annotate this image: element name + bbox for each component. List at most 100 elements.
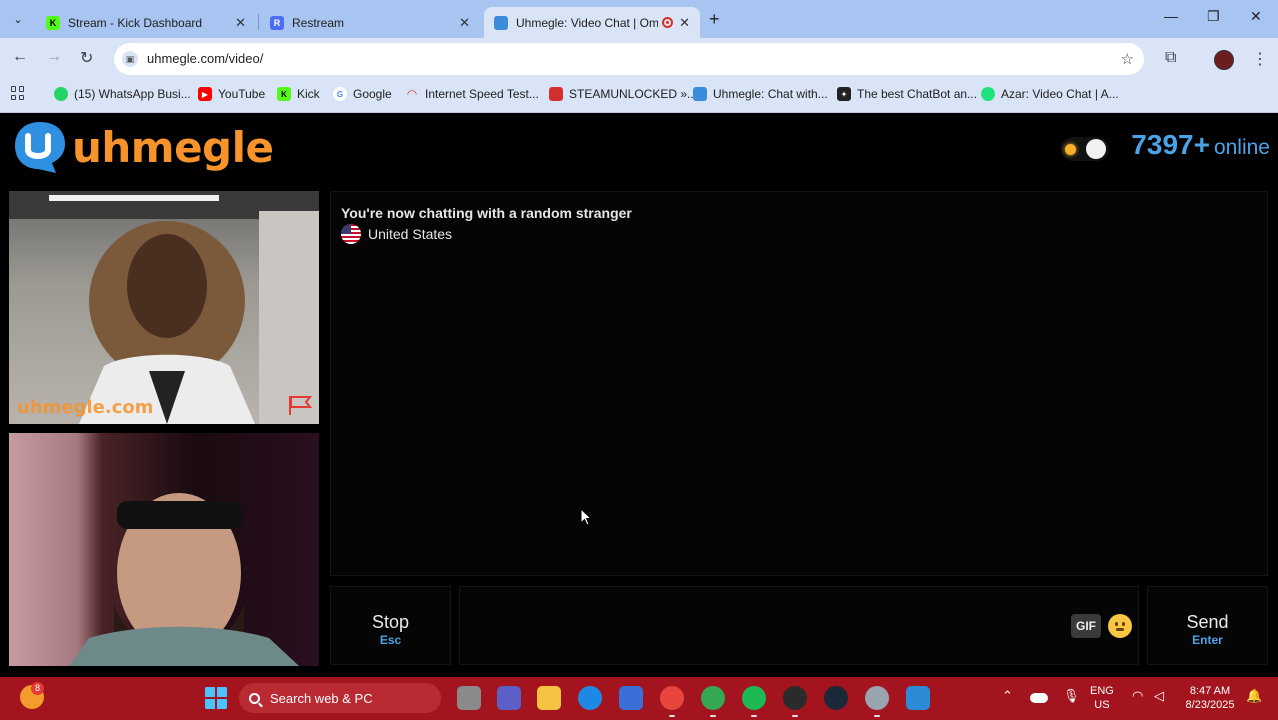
microsoft-store-icon[interactable] [619, 686, 643, 710]
close-window-icon[interactable]: ✕ [1250, 8, 1262, 25]
running-indicator [751, 715, 757, 717]
edge-icon[interactable] [578, 686, 602, 710]
bookmark-chatbot[interactable]: ✦ The best ChatBot an... [837, 87, 977, 101]
steam-icon[interactable] [824, 686, 848, 710]
camera-permission-icon[interactable]: ▣ [122, 51, 138, 67]
volume-icon[interactable]: ◁ [1154, 689, 1164, 703]
language-indicator[interactable]: ENG US [1090, 684, 1114, 712]
send-button[interactable]: Send Enter [1147, 586, 1268, 665]
task-view-icon[interactable] [457, 686, 481, 710]
stop-button[interactable]: Stop Esc [330, 586, 451, 665]
stranger-video-frame [9, 191, 319, 424]
wifi-icon[interactable]: ◠ [1132, 689, 1143, 703]
microphone-icon[interactable]: 🎙 [1063, 689, 1080, 703]
uhmegle-logo-icon [15, 122, 65, 173]
remote-desktop-icon[interactable] [906, 686, 930, 710]
bookmark-steamunlocked[interactable]: STEAMUNLOCKED »... [549, 87, 697, 101]
stop-shortcut: Esc [379, 633, 402, 647]
chrome-menu-icon[interactable]: ⋮ [1252, 49, 1268, 69]
kick-icon: K [277, 87, 291, 101]
uhmegle-page: uhmegle 7397+ online uhmegle.com You're … [0, 113, 1278, 677]
online-count: 7397+ [1131, 129, 1210, 160]
send-shortcut: Enter [1192, 633, 1223, 647]
bookmark-azar[interactable]: Azar: Video Chat | A... [981, 87, 1119, 101]
emoji-icon[interactable] [1108, 614, 1132, 638]
bookmark-youtube[interactable]: ▶ YouTube [198, 87, 265, 101]
theme-toggle[interactable] [1061, 137, 1109, 161]
taskbar-search[interactable]: Search web & PC [239, 683, 441, 713]
close-tab-icon[interactable]: ✕ [235, 15, 246, 31]
clock-date: 8/23/2025 [1185, 699, 1235, 711]
close-tab-icon[interactable]: ✕ [459, 15, 470, 31]
uhmegle-icon [693, 87, 707, 101]
tab-divider [258, 14, 259, 30]
stranger-video: uhmegle.com [9, 191, 319, 424]
bookmark-kick[interactable]: K Kick [277, 87, 320, 101]
forward-arrow-icon[interactable]: → [46, 48, 62, 66]
gif-button[interactable]: GIF [1071, 614, 1101, 638]
address-bar[interactable]: ▣ uhmegle.com/video/ ☆ [114, 43, 1144, 75]
mouse-cursor-icon [580, 508, 592, 526]
chrome-icon[interactable] [660, 686, 684, 710]
bookmarks-bar: (15) WhatsApp Busi... ▶ YouTube K Kick G… [0, 80, 1278, 113]
tab-uhmegle-video-chat[interactable]: Uhmegle: Video Chat | Ome ✕ [484, 7, 700, 38]
windows-start-icon[interactable] [204, 686, 228, 710]
spotify-icon[interactable] [742, 686, 766, 710]
minimize-icon[interactable]: — [1164, 8, 1178, 24]
chatbot-icon: ✦ [837, 87, 851, 101]
bookmark-google[interactable]: G Google [333, 87, 392, 101]
windows-taskbar: 8 Search web & PC ⌃ 🎙 ENG US ◠ ◁ 8:47 AM… [0, 677, 1278, 720]
self-video-frame [69, 493, 299, 666]
onedrive-cloud-icon[interactable] [1030, 693, 1048, 703]
bookmark-label: Google [353, 87, 392, 101]
tab-kick-dashboard[interactable]: K Stream - Kick Dashboard ✕ [36, 7, 256, 38]
taskbar-search-placeholder: Search web & PC [270, 690, 373, 706]
settings-gear-icon[interactable] [865, 686, 889, 710]
close-tab-icon[interactable]: ✕ [679, 15, 690, 31]
bookmark-label: Kick [297, 87, 320, 101]
bookmark-speedtest[interactable]: ◠ Internet Speed Test... [405, 87, 539, 101]
whatsapp-icon [54, 87, 68, 101]
bookmark-label: The best ChatBot an... [857, 87, 978, 101]
bookmark-whatsapp[interactable]: (15) WhatsApp Busi... [54, 87, 191, 101]
browser-toolbar: ← → ↻ ▣ uhmegle.com/video/ ☆ ⧉ ⋮ [0, 38, 1278, 80]
report-flag-icon[interactable] [287, 394, 313, 416]
bookmark-uhmegle[interactable]: Uhmegle: Chat with... [693, 87, 828, 101]
apps-grid-icon[interactable] [11, 86, 25, 100]
steamunlocked-icon [549, 87, 563, 101]
reload-icon[interactable]: ↻ [80, 48, 93, 68]
tab-title: Uhmegle: Video Chat | Ome [516, 15, 659, 30]
tray-chevron-up-icon[interactable]: ⌃ [1002, 689, 1013, 703]
youtube-icon: ▶ [198, 87, 212, 101]
tab-restream[interactable]: R Restream ✕ [260, 7, 480, 38]
file-explorer-icon[interactable] [537, 686, 561, 710]
google-icon: G [333, 87, 347, 101]
uhmegle-icon [494, 15, 508, 30]
tab-search-chevron-icon[interactable]: ⌄ [6, 7, 30, 31]
uhmegle-watermark: uhmegle.com [17, 397, 154, 418]
teams-icon[interactable] [497, 686, 521, 710]
extensions-puzzle-icon[interactable]: ⧉ [1165, 49, 1176, 67]
running-indicator [669, 715, 675, 717]
notification-count-badge: 8 [31, 682, 44, 695]
clock[interactable]: 8:47 AM 8/23/2025 [1180, 684, 1240, 712]
recording-indicator-icon [662, 17, 674, 28]
online-label: online [1213, 136, 1270, 159]
back-arrow-icon[interactable]: ← [12, 48, 28, 66]
new-tab-plus-icon[interactable]: + [709, 9, 720, 30]
profile-avatar[interactable] [1214, 50, 1234, 70]
kick-icon: K [46, 15, 60, 30]
bookmark-label: Internet Speed Test... [425, 87, 539, 101]
stranger-country: United States [341, 224, 452, 244]
uhmegle-logo[interactable]: uhmegle [12, 119, 274, 175]
obs-icon[interactable] [783, 686, 807, 710]
notifications-bell-icon[interactable]: 🔔 [1246, 689, 1262, 703]
bookmark-label: (15) WhatsApp Busi... [74, 87, 191, 101]
tab-title: Stream - Kick Dashboard [68, 15, 203, 30]
message-input[interactable]: GIF [459, 586, 1139, 665]
chrome-profile-icon[interactable] [701, 686, 725, 710]
bookmark-star-icon[interactable]: ☆ [1121, 50, 1134, 68]
search-icon [249, 692, 260, 704]
language-code: ENG [1090, 685, 1114, 697]
restore-icon[interactable]: ❐ [1207, 8, 1220, 25]
